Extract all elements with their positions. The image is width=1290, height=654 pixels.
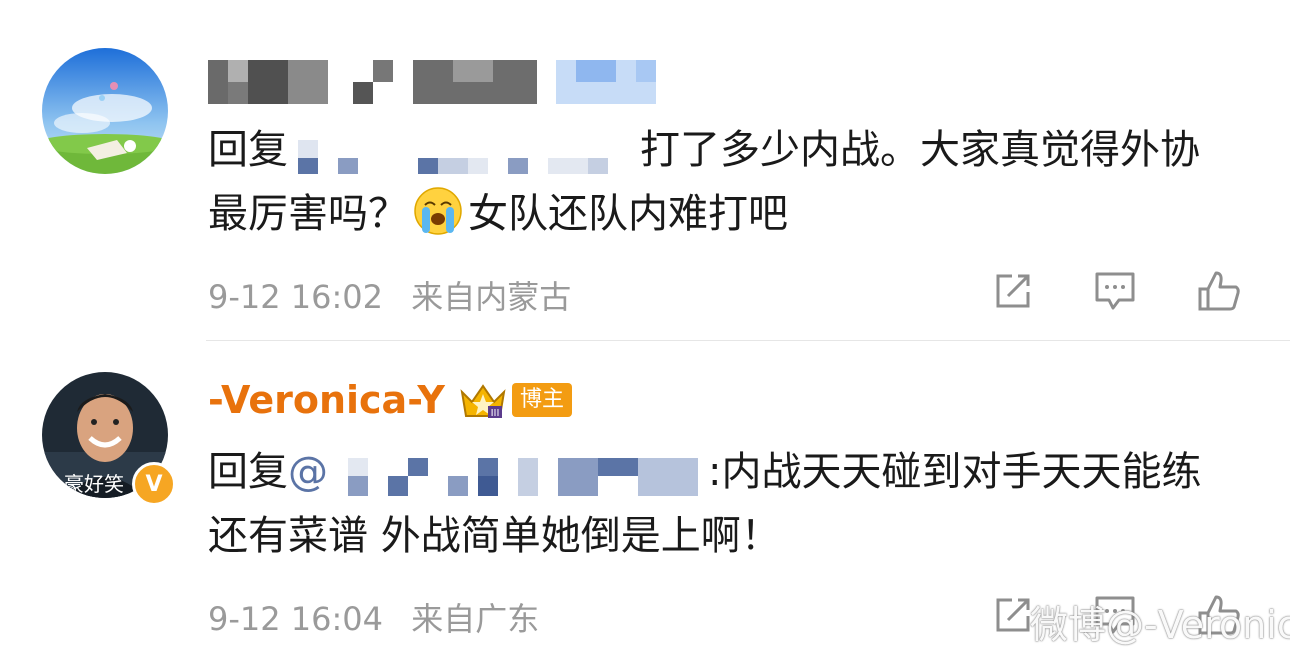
avatar-caption: 豪好笑: [64, 472, 124, 496]
watermark: 微博@-Veronica-Y: [1030, 603, 1290, 647]
svg-text:III: III: [491, 408, 500, 419]
blogger-tag: 博主: [512, 383, 573, 417]
reply-prefix: 回复: [208, 449, 288, 495]
location: 来自广东: [411, 600, 540, 638]
timestamp: 9-12 16:04: [208, 600, 384, 638]
mention-at[interactable]: @: [288, 449, 328, 495]
comment-meta: 9-12 16:04 来自广东: [208, 594, 539, 640]
reply-target-redacted[interactable]: [328, 452, 708, 496]
comment-text: 回复@ :内战天天碰到对手天天能练还有菜谱 外战简单她倒是上啊！: [208, 440, 1228, 568]
verified-badge-icon: V: [132, 462, 176, 506]
comment-item: 豪好笑 V -Veronica-Y III 博主 回复@ :内战天天碰到对手天天…: [0, 0, 1290, 647]
crown-icon: III: [460, 384, 506, 419]
blogger-badge: III 博主: [458, 380, 573, 420]
username[interactable]: -Veronica-Y: [208, 378, 445, 422]
share-icon: [996, 598, 1030, 632]
divider: [206, 340, 1290, 341]
